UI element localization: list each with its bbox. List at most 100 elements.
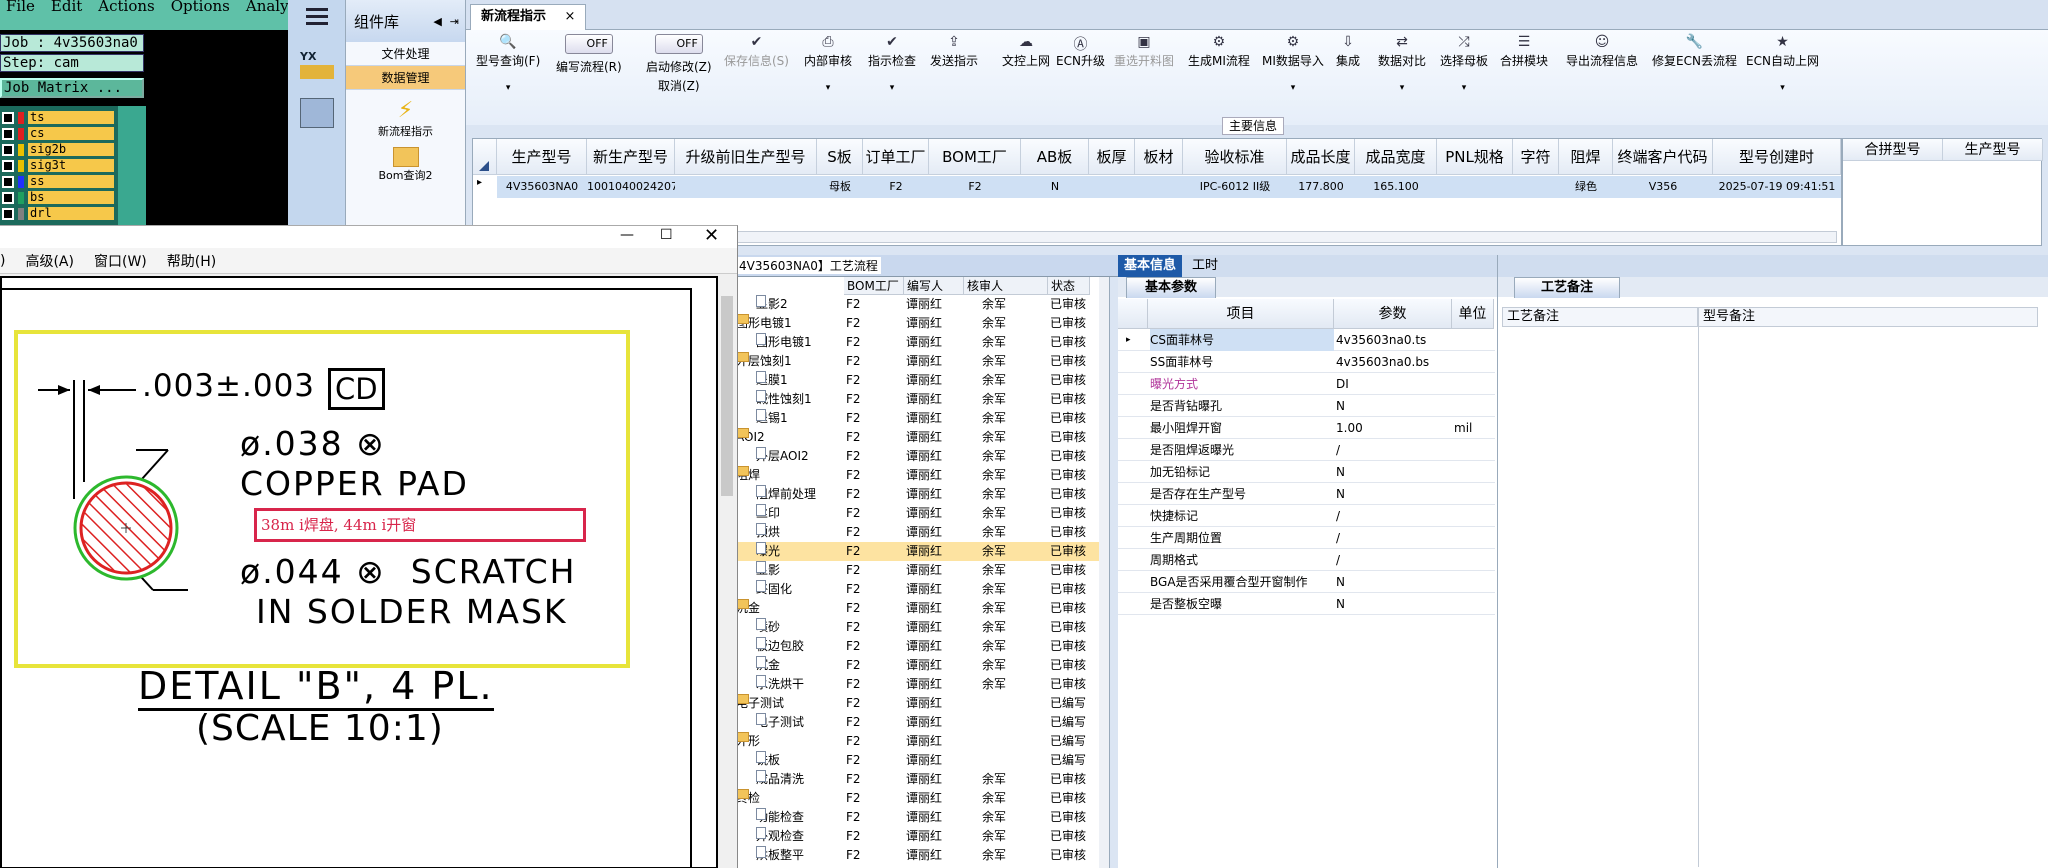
column-header[interactable]: 新生产型号 — [587, 139, 675, 175]
info-row[interactable]: 曝光方式 DI — [1118, 373, 1495, 395]
ribbon-button[interactable]: ☁ 文控上网 — [1002, 34, 1050, 69]
tree-row[interactable]: 喷砂 F2 谭丽红 余军 已审核 — [730, 618, 1100, 637]
info-row[interactable]: ▸ CS面菲林号 4v35603na0.ts — [1118, 329, 1495, 351]
layer-row[interactable]: ss — [2, 174, 114, 189]
layer-row[interactable]: cs — [2, 126, 114, 141]
ribbon-button[interactable]: ☰ 合拼模块 — [1500, 34, 1548, 69]
tree-row[interactable]: 退锡1 F2 谭丽红 余军 已审核 — [730, 409, 1100, 428]
info-column-header[interactable]: 参数 — [1334, 299, 1452, 329]
grid-cell[interactable]: 2025-07-19 09:41:51 — [1713, 176, 1841, 198]
tree-row[interactable]: 显影2 F2 谭丽红 余军 已审核 — [730, 295, 1100, 314]
grid-cell[interactable]: N — [1021, 176, 1089, 198]
column-header[interactable]: 板材 — [1135, 139, 1183, 175]
tree-row[interactable]: 功能检查 F2 谭丽红 余军 已审核 — [730, 808, 1100, 827]
info-row[interactable]: 生产周期位置 / — [1118, 527, 1495, 549]
info-row[interactable]: 是否存在生产型号 N — [1118, 483, 1495, 505]
column-header[interactable]: 终端客户代码 — [1613, 139, 1713, 175]
ribbon-button[interactable]: ☺ 导出流程信息 — [1566, 34, 1638, 69]
grid-cell[interactable]: 母板 — [817, 176, 863, 198]
lib-bom-query[interactable]: Bom查询2 — [346, 147, 465, 183]
column-header[interactable]: 订单工厂 — [863, 139, 929, 175]
lib-new-process[interactable]: ⚡ 新流程指示 — [346, 98, 465, 139]
close-icon[interactable]: × — [565, 9, 576, 24]
toggle-switch[interactable]: OFF — [564, 34, 613, 54]
dropdown-arrow-icon[interactable]: ▾ — [868, 83, 916, 93]
column-header[interactable]: 验收标准 — [1183, 139, 1287, 175]
tree-row[interactable]: AOI2 F2 谭丽红 余军 已审核 — [730, 428, 1100, 447]
close-window-icon[interactable]: ✕ — [704, 225, 719, 246]
tree-row[interactable]: 外层AOI2 F2 谭丽红 余军 已审核 — [730, 447, 1100, 466]
job-matrix-button[interactable]: Job Matrix ... — [0, 78, 144, 98]
ribbon-button[interactable]: ⤮ 选择母板 ▾ — [1440, 34, 1488, 93]
pin-icon[interactable]: ⇥ — [450, 15, 465, 28]
info-row[interactable]: SS面菲林号 4v35603na0.bs — [1118, 351, 1495, 373]
layer-row[interactable]: sig2b — [2, 142, 114, 157]
column-header[interactable]: S板 — [817, 139, 863, 175]
layer-checkbox[interactable] — [2, 143, 14, 156]
column-header[interactable]: 阻焊 — [1559, 139, 1613, 175]
info-row[interactable]: 快捷标记 / — [1118, 505, 1495, 527]
grid-cell[interactable]: F2 — [929, 176, 1021, 198]
grid-cell[interactable]: 177.800 — [1287, 176, 1355, 198]
tree-column-header[interactable]: 编写人 — [904, 277, 964, 295]
tree-row[interactable]: 丝印 F2 谭丽红 余军 已审核 — [730, 504, 1100, 523]
layer-checkbox[interactable] — [2, 111, 14, 124]
column-header[interactable]: 字符 — [1513, 139, 1559, 175]
tree-row[interactable]: 水洗烘干 F2 谭丽红 余军 已审核 — [730, 675, 1100, 694]
tree-row[interactable]: 电子测试 F2 谭丽红 已编写 — [730, 713, 1100, 732]
tree-row[interactable]: 终检 F2 谭丽红 余军 已审核 — [730, 789, 1100, 808]
merge-column-header[interactable]: 生产型号 — [1943, 139, 2043, 161]
ribbon-button[interactable]: ▣ 重选开料图 — [1114, 34, 1174, 69]
layer-checkbox[interactable] — [2, 159, 14, 172]
grid-cell[interactable] — [1089, 176, 1135, 198]
ribbon-button[interactable]: ⇪ 发送指示 — [930, 34, 978, 69]
minimize-icon[interactable]: — — [620, 227, 634, 243]
layer-checkbox[interactable] — [2, 175, 14, 188]
dropdown-arrow-icon[interactable]: ▾ — [1262, 83, 1324, 93]
info-row[interactable]: 是否整板空曝 N — [1118, 593, 1495, 615]
grid-cell[interactable]: IPC-6012 II级 — [1183, 176, 1287, 198]
tree-row[interactable]: 外层蚀刻1 F2 谭丽红 余军 已审核 — [730, 352, 1100, 371]
ribbon-button[interactable]: ⎙ 内部审核 ▾ — [804, 34, 852, 93]
tab-basic-info[interactable]: 基本信息 — [1118, 255, 1183, 277]
dropdown-arrow-icon[interactable]: ▾ — [1440, 83, 1488, 93]
tree-row[interactable]: 烘板整平 F2 谭丽红 余军 已审核 — [730, 846, 1100, 865]
cam-menu-actions[interactable]: Actions — [98, 0, 154, 14]
tree-row[interactable]: 沉金 F2 谭丽红 余军 已审核 — [730, 599, 1100, 618]
column-header[interactable]: BOM工厂 — [929, 139, 1021, 175]
tree-row[interactable]: 外观检查 F2 谭丽红 余军 已审核 — [730, 827, 1100, 846]
grid-cell[interactable] — [1437, 176, 1513, 198]
tree-row[interactable]: 退膜1 F2 谭丽红 余军 已审核 — [730, 371, 1100, 390]
tree-row[interactable]: 图形电镀1 F2 谭丽红 余军 已审核 — [730, 314, 1100, 333]
ribbon-button[interactable]: OFF 启动修改(Z) 取消(Z) — [646, 34, 712, 94]
dropdown-arrow-icon[interactable]: ▾ — [1746, 83, 1819, 93]
tree-column-header[interactable]: BOM工厂 — [844, 277, 904, 295]
tree-row[interactable]: 碱性蚀刻1 F2 谭丽红 余军 已审核 — [730, 390, 1100, 409]
tree-row[interactable]: 终固化 F2 谭丽红 余军 已审核 — [730, 580, 1100, 599]
tree-row[interactable]: 板边包胶 F2 谭丽红 余军 已审核 — [730, 637, 1100, 656]
grid-cell[interactable]: 10010400242076 — [587, 176, 675, 198]
info-row[interactable]: 最小阻焊开窗 1.00 mil — [1118, 417, 1495, 439]
viewer-menu-help[interactable]: 帮助(H) — [167, 251, 216, 271]
tab-new-process[interactable]: 新流程指示 × — [470, 4, 587, 30]
hamburger-menu-icon[interactable] — [306, 8, 328, 26]
ribbon-button[interactable]: ✔ 指示检查 ▾ — [868, 34, 916, 93]
merge-column-header[interactable]: 合拼型号 — [1843, 139, 1943, 161]
tree-row[interactable]: 阻焊 F2 谭丽红 余军 已审核 — [730, 466, 1100, 485]
dropdown-arrow-icon[interactable]: ▾ — [804, 83, 852, 93]
ribbon-button[interactable]: ⇄ 数据对比 ▾ — [1378, 34, 1426, 93]
tree-row[interactable]: 图形电镀1 F2 谭丽红 余军 已审核 — [730, 333, 1100, 352]
grid-cell[interactable] — [1135, 176, 1183, 198]
tree-row[interactable]: 曝光 F2 谭丽红 余军 已审核 — [730, 542, 1100, 561]
maximize-icon[interactable]: ☐ — [660, 227, 673, 243]
info-column-header[interactable]: 单位 — [1452, 299, 1494, 329]
lib-item-file[interactable]: 文件处理 — [346, 42, 465, 66]
column-header[interactable]: AB板 — [1021, 139, 1089, 175]
column-header[interactable]: 板厚 — [1089, 139, 1135, 175]
column-header[interactable]: 成品宽度 — [1355, 139, 1437, 175]
info-row[interactable]: 周期格式 / — [1118, 549, 1495, 571]
tree-column-header[interactable]: 核审人 — [964, 277, 1048, 295]
viewer-scrollbar[interactable] — [718, 276, 736, 868]
info-column-header[interactable]: 项目 — [1148, 299, 1334, 329]
ribbon-button[interactable]: 🔧 修复ECN丢流程 — [1652, 34, 1737, 69]
